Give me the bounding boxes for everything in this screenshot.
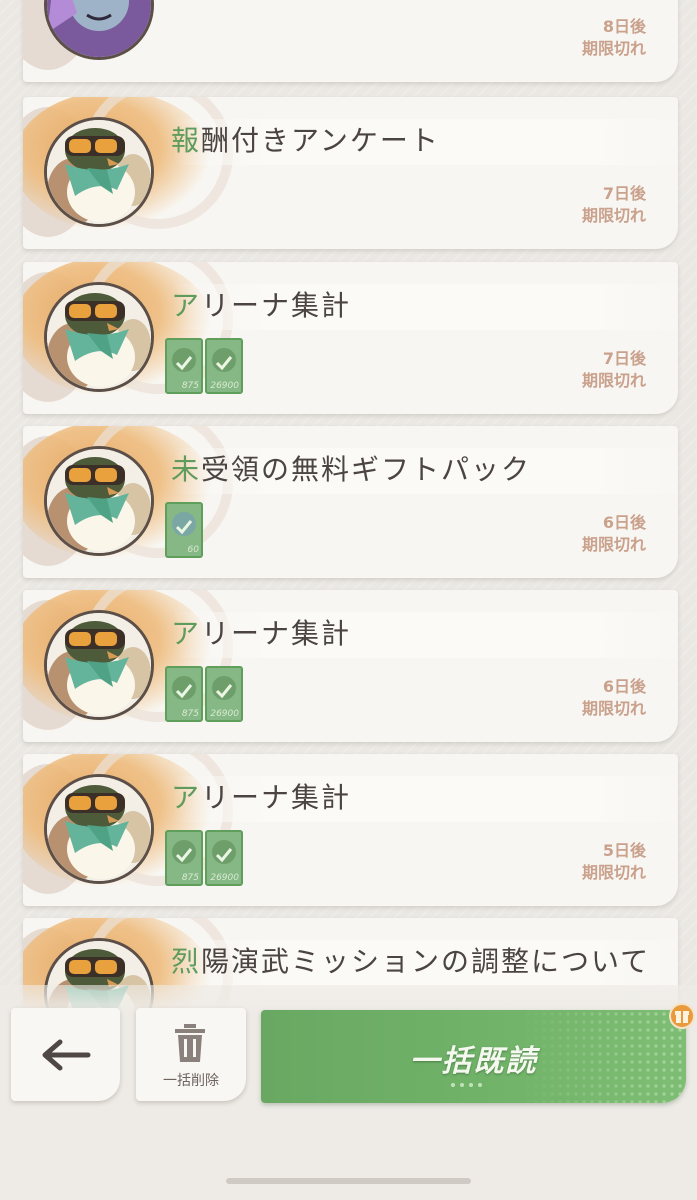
- reward-item-claimed[interactable]: 875: [165, 666, 203, 722]
- expiry-days: 7日後: [602, 184, 646, 203]
- expiry-info: 6日後 期限切れ: [526, 512, 646, 556]
- check-icon: [215, 684, 233, 699]
- button-dots: [451, 1083, 482, 1087]
- check-icon: [175, 356, 193, 371]
- reward-item-claimed[interactable]: 26900: [205, 338, 243, 394]
- expiry-label: 期限切れ: [581, 863, 646, 882]
- reward-list: 60: [165, 502, 203, 558]
- trash-icon: [175, 1024, 205, 1062]
- delete-all-label: 一括削除: [163, 1073, 219, 1089]
- mail-card[interactable]: 未受領の無料ギフトパック 60 6日後 期限切れ: [23, 426, 678, 578]
- mail-card[interactable]: アリーナ集計 875 26900 7日後 期限切れ: [23, 262, 678, 414]
- gift-badge-icon[interactable]: [669, 1003, 695, 1029]
- expiry-label: 期限切れ: [581, 371, 646, 390]
- check-icon: [215, 356, 233, 371]
- reward-item-claimed[interactable]: 26900: [205, 830, 243, 886]
- goggle-bird-avatar: [44, 117, 154, 227]
- arrow-left-icon: [42, 1039, 90, 1070]
- check-icon: [215, 848, 233, 863]
- expiry-label: 期限切れ: [581, 535, 646, 554]
- reward-item-claimed[interactable]: 26900: [205, 666, 243, 722]
- delete-all-button[interactable]: 一括削除: [136, 1008, 246, 1101]
- expiry-label: 期限切れ: [581, 39, 646, 58]
- mail-title: 烈陽演武ミッションの調整について: [171, 945, 651, 978]
- read-all-button[interactable]: 一括既読: [261, 1010, 686, 1103]
- check-icon: [175, 848, 193, 863]
- mail-title: 報酬付きアンケート: [171, 124, 440, 157]
- goggle-bird-avatar: [44, 774, 154, 884]
- expiry-days: 8日後: [602, 17, 646, 36]
- reward-list: 875 26900: [165, 830, 243, 886]
- expiry-label: 期限切れ: [581, 206, 646, 225]
- expiry-info: 7日後 期限切れ: [526, 183, 646, 227]
- home-indicator[interactable]: [226, 1178, 471, 1184]
- mail-title: アリーナ集計: [171, 781, 352, 814]
- mail-card[interactable]: アリーナ集計 875 26900 6日後 期限切れ: [23, 590, 678, 742]
- expiry-info: 8日後 期限切れ: [526, 16, 646, 60]
- expiry-days: 6日後: [602, 513, 646, 532]
- mail-screen: 8日後 期限切れ 報酬付きアンケート 7日後 期限切れ アリーナ集計 875 2…: [0, 0, 697, 1200]
- expiry-info: 5日後 期限切れ: [526, 840, 646, 884]
- check-icon: [175, 520, 193, 535]
- reward-list: 875 26900: [165, 666, 243, 722]
- mail-card[interactable]: アリーナ集計 875 26900 5日後 期限切れ: [23, 754, 678, 906]
- goggle-bird-avatar: [44, 610, 154, 720]
- goggle-bird-avatar: [44, 282, 154, 392]
- expiry-label: 期限切れ: [581, 699, 646, 718]
- reward-list: 875 26900: [165, 338, 243, 394]
- expiry-info: 6日後 期限切れ: [526, 676, 646, 720]
- mail-title: 未受領の無料ギフトパック: [171, 453, 532, 486]
- mail-title: アリーナ集計: [171, 617, 352, 650]
- back-button[interactable]: [11, 1008, 120, 1101]
- reward-item-claimed[interactable]: 60: [165, 502, 203, 558]
- expiry-days: 7日後: [602, 349, 646, 368]
- goggle-bird-avatar: [44, 446, 154, 556]
- read-all-label: 一括既読: [409, 1044, 538, 1079]
- reward-item-claimed[interactable]: 875: [165, 830, 203, 886]
- check-icon: [175, 684, 193, 699]
- reward-item-claimed[interactable]: 875: [165, 338, 203, 394]
- expiry-days: 6日後: [602, 677, 646, 696]
- expiry-days: 5日後: [602, 841, 646, 860]
- mail-card[interactable]: 報酬付きアンケート 7日後 期限切れ: [23, 97, 678, 249]
- mail-card[interactable]: 8日後 期限切れ: [23, 0, 678, 82]
- expiry-info: 7日後 期限切れ: [526, 348, 646, 392]
- mail-title: アリーナ集計: [171, 289, 352, 322]
